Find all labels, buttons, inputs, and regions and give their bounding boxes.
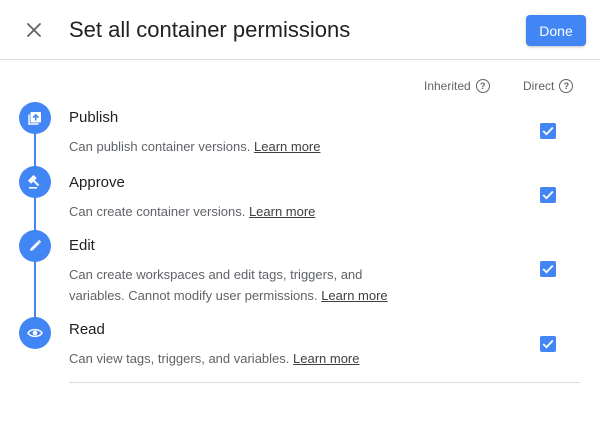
column-header-inherited-label: Inherited xyxy=(424,79,471,93)
permission-title-approve: Approve xyxy=(69,174,125,191)
column-header-inherited: Inherited ? xyxy=(424,79,490,93)
permission-title-read: Read xyxy=(69,321,105,338)
bottom-divider xyxy=(69,382,580,383)
read-step-circle xyxy=(19,317,51,349)
gavel-icon xyxy=(28,175,40,189)
permission-title-publish: Publish xyxy=(69,109,119,126)
direct-checkbox-read[interactable] xyxy=(540,336,556,352)
permission-desc-text: Can view tags, triggers, and variables. xyxy=(69,351,290,366)
direct-checkbox-publish[interactable] xyxy=(540,123,556,139)
publish-icon xyxy=(28,112,41,125)
permission-desc-edit: Can create workspaces and edit tags, tri… xyxy=(69,264,409,306)
permission-desc-text: Can publish container versions. xyxy=(69,139,251,154)
learn-more-link-approve[interactable]: Learn more xyxy=(249,204,315,219)
publish-step-circle xyxy=(19,102,51,134)
dialog-title: Set all container permissions xyxy=(69,17,351,42)
direct-checkbox-edit[interactable] xyxy=(540,261,556,277)
permission-desc-approve: Can create container versions. Learn mor… xyxy=(69,201,409,222)
permission-desc-text: Can create workspaces and edit tags, tri… xyxy=(69,267,363,303)
checkmark-icon xyxy=(542,126,554,136)
permission-title-edit: Edit xyxy=(69,237,95,254)
pencil-icon xyxy=(30,239,42,251)
timeline-line xyxy=(34,118,36,334)
permission-desc-text: Can create container versions. xyxy=(69,204,246,219)
learn-more-link-edit[interactable]: Learn more xyxy=(321,288,387,303)
done-button[interactable]: Done xyxy=(526,15,586,46)
checkmark-icon xyxy=(542,339,554,349)
checkmark-icon xyxy=(542,190,554,200)
permission-desc-read: Can view tags, triggers, and variables. … xyxy=(69,348,409,369)
checkmark-icon xyxy=(542,264,554,274)
question-circle-icon[interactable]: ? xyxy=(475,79,490,93)
close-icon xyxy=(27,23,41,37)
eye-icon xyxy=(27,328,43,338)
approve-step-circle xyxy=(19,166,51,198)
learn-more-link-read[interactable]: Learn more xyxy=(293,351,359,366)
permission-desc-publish: Can publish container versions. Learn mo… xyxy=(69,136,409,157)
question-circle-icon[interactable]: ? xyxy=(559,79,574,93)
column-header-direct-label: Direct xyxy=(523,79,555,93)
dialog-header: Set all container permissions Done xyxy=(0,0,600,60)
learn-more-link-publish[interactable]: Learn more xyxy=(254,139,320,154)
close-button[interactable] xyxy=(22,18,46,42)
column-header-direct: Direct ? xyxy=(523,79,574,93)
edit-step-circle xyxy=(19,230,51,262)
direct-checkbox-approve[interactable] xyxy=(540,187,556,203)
